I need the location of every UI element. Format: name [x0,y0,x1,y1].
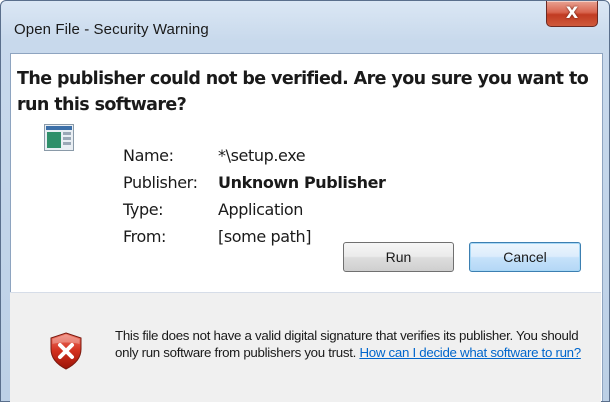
name-value: *\setup.exe [218,146,306,165]
publisher-value: Unknown Publisher [218,173,386,192]
title-bar[interactable]: Open File - Security Warning X [1,1,609,45]
window-title: Open File - Security Warning [14,21,209,38]
type-label: Type: [123,200,164,219]
type-value: Application [218,200,303,219]
warning-message: This file does not have a valid digital … [115,327,597,361]
cancel-button[interactable]: Cancel [469,242,581,272]
publisher-label: Publisher: [123,173,198,192]
warning-headline: The publisher could not be verified. Are… [17,69,589,115]
security-shield-error-icon [50,332,82,370]
close-icon: X [565,3,579,22]
help-link[interactable]: How can I decide what software to run? [359,345,581,360]
run-button[interactable]: Run [343,242,454,272]
application-icon [44,124,74,151]
close-button[interactable]: X [546,1,598,27]
from-label: From: [123,227,167,246]
name-label: Name: [123,146,174,165]
from-value: [some path] [218,227,312,246]
